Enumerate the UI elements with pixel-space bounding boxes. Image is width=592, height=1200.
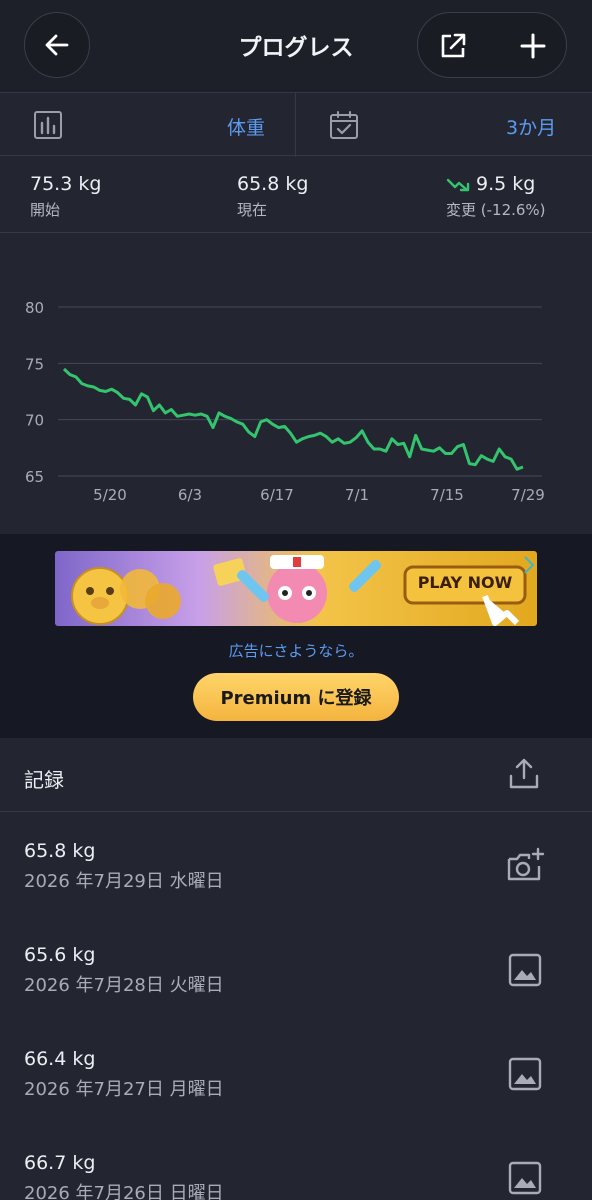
list-item[interactable]: 65.8 kg 2026 年7月29日 水曜日 <box>0 812 592 916</box>
stats-summary: 75.3 kg 開始 65.8 kg 現在 9.5 kg 変更 (-12.6%) <box>0 157 592 233</box>
camera-add-icon[interactable] <box>505 846 545 886</box>
share-button[interactable] <box>420 13 486 79</box>
x-tick-label: 7/1 <box>345 486 369 504</box>
weight-chart-svg: 80 75 70 65 5/20 6/3 6/17 7/1 7/15 7/29 <box>25 299 545 504</box>
x-tick-label: 6/3 <box>178 486 202 504</box>
list-item[interactable]: 65.6 kg 2026 年7月28日 火曜日 <box>0 916 592 1020</box>
stat-change: 9.5 kg 変更 (-12.6%) <box>446 173 546 220</box>
stat-change-row: 9.5 kg <box>446 173 546 195</box>
header-actions <box>417 12 567 78</box>
x-tick-label: 7/29 <box>511 486 545 504</box>
stat-change-label: 変更 (-12.6%) <box>446 201 546 219</box>
record-weight: 66.4 kg <box>24 1048 96 1070</box>
x-tick-label: 5/20 <box>93 486 127 504</box>
record-weight: 66.7 kg <box>24 1152 96 1174</box>
plus-icon <box>520 33 546 59</box>
top-bar: プログレス <box>0 0 592 92</box>
x-tick-label: 6/17 <box>260 486 294 504</box>
stat-current-value: 65.8 kg <box>237 173 309 195</box>
x-tick-label: 7/15 <box>430 486 464 504</box>
ad-section: PLAY NOW 広告にさようなら。 Premium に登録 <box>0 534 592 738</box>
stat-change-value: 9.5 kg <box>476 173 536 195</box>
premium-button[interactable]: Premium に登録 <box>193 673 399 721</box>
ad-banner[interactable]: PLAY NOW <box>55 551 537 626</box>
share-upload-icon[interactable] <box>506 756 542 792</box>
record-date: 2026 年7月27日 月曜日 <box>24 1079 224 1100</box>
record-weight: 65.6 kg <box>24 944 96 966</box>
filter-row: 体重 3か月 <box>0 92 592 157</box>
add-entry-button[interactable] <box>500 13 566 79</box>
y-tick-label: 65 <box>25 468 44 486</box>
record-date: 2026 年7月26日 日曜日 <box>24 1183 224 1200</box>
image-icon[interactable] <box>505 1054 545 1094</box>
stat-current-label: 現在 <box>237 201 268 219</box>
stat-start-label: 開始 <box>30 201 61 219</box>
weight-chart[interactable]: 80 75 70 65 5/20 6/3 6/17 7/1 7/15 7/29 <box>0 234 592 534</box>
stat-start-value: 75.3 kg <box>30 173 102 195</box>
record-date: 2026 年7月29日 水曜日 <box>24 871 224 892</box>
metric-selector[interactable]: 体重 <box>0 93 295 157</box>
remove-ads-link[interactable]: 広告にさようなら。 <box>0 640 592 661</box>
records-header: 記録 <box>0 738 592 812</box>
metric-value: 体重 <box>227 117 266 139</box>
range-selector[interactable]: 3か月 <box>296 93 592 157</box>
image-icon[interactable] <box>505 950 545 990</box>
calendar-check-icon <box>330 111 358 139</box>
list-item[interactable]: 66.4 kg 2026 年7月27日 月曜日 <box>0 1020 592 1124</box>
records-title: 記録 <box>24 768 64 792</box>
stat-start: 75.3 kg 開始 <box>30 173 101 220</box>
record-weight: 65.8 kg <box>24 840 96 862</box>
external-link-icon <box>441 33 466 58</box>
list-item[interactable]: 66.7 kg 2026 年7月26日 日曜日 <box>0 1124 592 1200</box>
y-tick-label: 80 <box>25 299 44 317</box>
stat-current: 65.8 kg 現在 <box>237 173 308 220</box>
weight-series-line <box>62 367 524 471</box>
range-value: 3か月 <box>506 117 557 139</box>
bar-chart-icon <box>34 111 62 139</box>
ad-cta-text: PLAY NOW <box>417 573 513 592</box>
image-icon[interactable] <box>505 1158 545 1198</box>
record-date: 2026 年7月28日 火曜日 <box>24 975 224 996</box>
y-tick-label: 70 <box>25 412 44 430</box>
trend-down-icon <box>446 178 470 191</box>
y-tick-label: 75 <box>25 355 44 373</box>
